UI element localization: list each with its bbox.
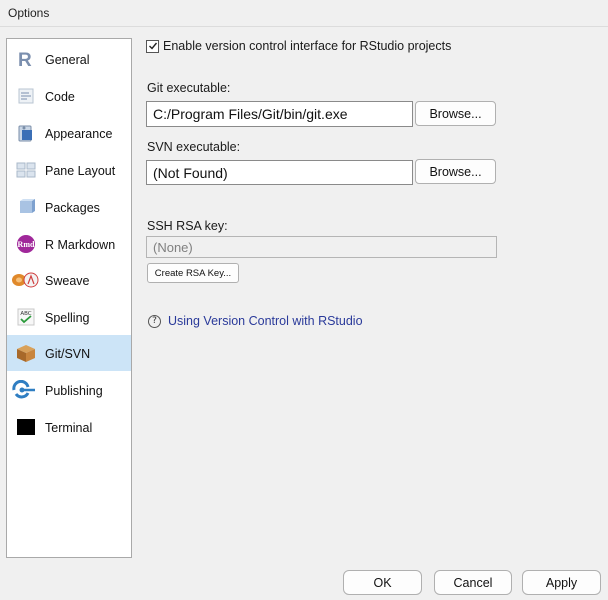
sweave-icon	[11, 270, 39, 290]
terminal-icon	[15, 417, 37, 437]
ssh-rsa-key-field	[146, 236, 497, 258]
packages-icon	[15, 197, 37, 217]
sidebar-item-label: Terminal	[45, 421, 93, 435]
publishing-icon	[11, 380, 37, 400]
git-browse-button[interactable]: Browse...	[415, 101, 496, 126]
svn-executable-input[interactable]	[146, 160, 413, 185]
sidebar-item-sweave[interactable]: Sweave	[7, 262, 131, 298]
code-icon	[15, 86, 37, 106]
sidebar-item-general[interactable]: R General	[7, 41, 131, 77]
svn-browse-button[interactable]: Browse...	[415, 159, 496, 184]
sidebar-item-label: General	[45, 53, 90, 67]
svg-text:Rmd: Rmd	[18, 240, 35, 249]
pane-layout-icon	[15, 160, 37, 180]
sidebar-item-label: Publishing	[45, 384, 103, 398]
ssh-rsa-key-label: SSH RSA key:	[147, 219, 228, 233]
sidebar-item-label: Spelling	[45, 311, 90, 325]
spelling-icon: ABC	[15, 307, 37, 327]
sidebar-item-spelling[interactable]: ABC Spelling	[7, 299, 131, 335]
git-executable-label: Git executable:	[147, 81, 231, 95]
sidebar-item-git-svn[interactable]: Git/SVN	[7, 335, 131, 371]
options-sidebar: R General Code Appearance Pane Layout Pa…	[6, 38, 132, 558]
using-version-control-link[interactable]: Using Version Control with RStudio	[168, 314, 363, 328]
apply-button[interactable]: Apply	[522, 570, 601, 595]
sidebar-item-label: R Markdown	[45, 238, 116, 252]
create-rsa-key-button[interactable]: Create RSA Key...	[147, 263, 239, 283]
enable-vcs-label: Enable version control interface for RSt…	[163, 39, 452, 53]
sidebar-item-label: Appearance	[45, 127, 113, 141]
ok-button[interactable]: OK	[343, 570, 422, 595]
window-title: Options	[8, 6, 50, 20]
sidebar-item-label: Git/SVN	[45, 347, 91, 361]
sidebar-item-publishing[interactable]: Publishing	[7, 372, 131, 408]
sidebar-item-terminal[interactable]: Terminal	[7, 409, 131, 445]
sidebar-item-label: Sweave	[45, 274, 90, 288]
r-logo-icon: R	[15, 49, 37, 69]
enable-vcs-checkbox-row[interactable]: Enable version control interface for RSt…	[146, 39, 451, 53]
git-executable-input[interactable]	[146, 101, 413, 127]
sidebar-item-packages[interactable]: Packages	[7, 189, 131, 225]
help-link-row[interactable]: ? Using Version Control with RStudio	[148, 314, 363, 328]
svn-executable-label: SVN executable:	[147, 140, 241, 154]
cancel-button[interactable]: Cancel	[434, 570, 512, 595]
rmarkdown-icon: Rmd	[15, 234, 37, 254]
sidebar-item-code[interactable]: Code	[7, 78, 131, 114]
sidebar-item-label: Pane Layout	[45, 164, 116, 178]
title-bar: Options	[0, 0, 608, 27]
sidebar-item-label: Packages	[45, 201, 100, 215]
sidebar-item-appearance[interactable]: Appearance	[7, 115, 131, 151]
sidebar-item-label: Code	[45, 90, 75, 104]
appearance-icon	[15, 123, 37, 143]
sidebar-item-pane-layout[interactable]: Pane Layout	[7, 152, 131, 188]
git-box-icon	[15, 343, 37, 363]
help-circle-icon: ?	[148, 314, 161, 328]
enable-vcs-checkbox[interactable]	[146, 39, 159, 53]
sidebar-item-r-markdown[interactable]: Rmd R Markdown	[7, 226, 131, 262]
svg-text:R: R	[18, 50, 32, 69]
